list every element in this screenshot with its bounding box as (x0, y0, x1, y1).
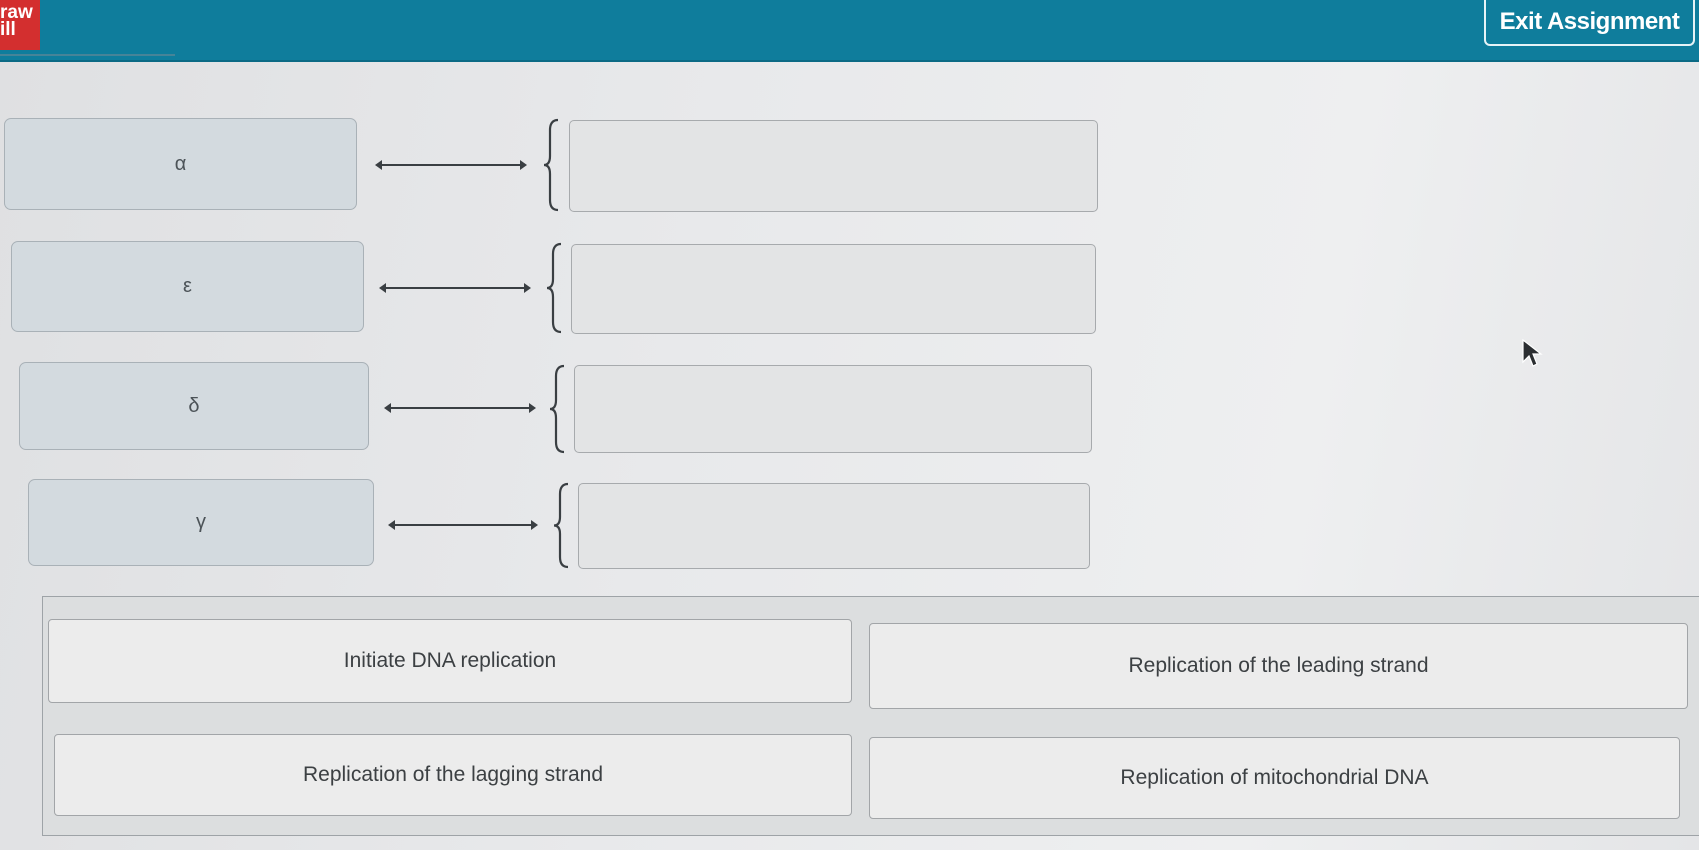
drop-target-2[interactable] (571, 244, 1096, 334)
double-arrow-icon (379, 283, 531, 293)
drop-target-3[interactable] (574, 365, 1092, 453)
drop-target-1[interactable] (569, 120, 1098, 212)
choice-leading-strand[interactable]: Replication of the leading strand (869, 623, 1688, 709)
exit-assignment-button[interactable]: Exit Assignment (1484, 0, 1695, 46)
choice-initiate-dna-replication[interactable]: Initiate DNA replication (48, 619, 852, 703)
term-delta[interactable]: δ (19, 362, 369, 450)
left-brace-icon (553, 482, 569, 569)
choice-lagging-strand[interactable]: Replication of the lagging strand (54, 734, 852, 816)
assignment-page: raw ill Exit Assignment α ε δ γ Initiate… (0, 0, 1699, 850)
left-brace-icon (549, 364, 565, 454)
mcgraw-hill-logo: raw ill (0, 0, 40, 50)
double-arrow-icon (384, 403, 536, 413)
mouse-pointer-icon (1522, 338, 1543, 367)
term-alpha[interactable]: α (4, 118, 357, 210)
term-epsilon[interactable]: ε (11, 241, 364, 332)
double-arrow-icon (388, 520, 538, 530)
top-bar: raw ill Exit Assignment (0, 0, 1699, 62)
logo-line-2: ill (0, 19, 16, 40)
double-arrow-icon (375, 160, 527, 170)
left-brace-icon (546, 242, 562, 334)
left-brace-icon (543, 118, 559, 212)
term-gamma[interactable]: γ (28, 479, 374, 566)
drop-target-4[interactable] (578, 483, 1090, 569)
choice-mitochondrial-dna[interactable]: Replication of mitochondrial DNA (869, 737, 1680, 819)
instructions-link-fragment (0, 54, 175, 64)
